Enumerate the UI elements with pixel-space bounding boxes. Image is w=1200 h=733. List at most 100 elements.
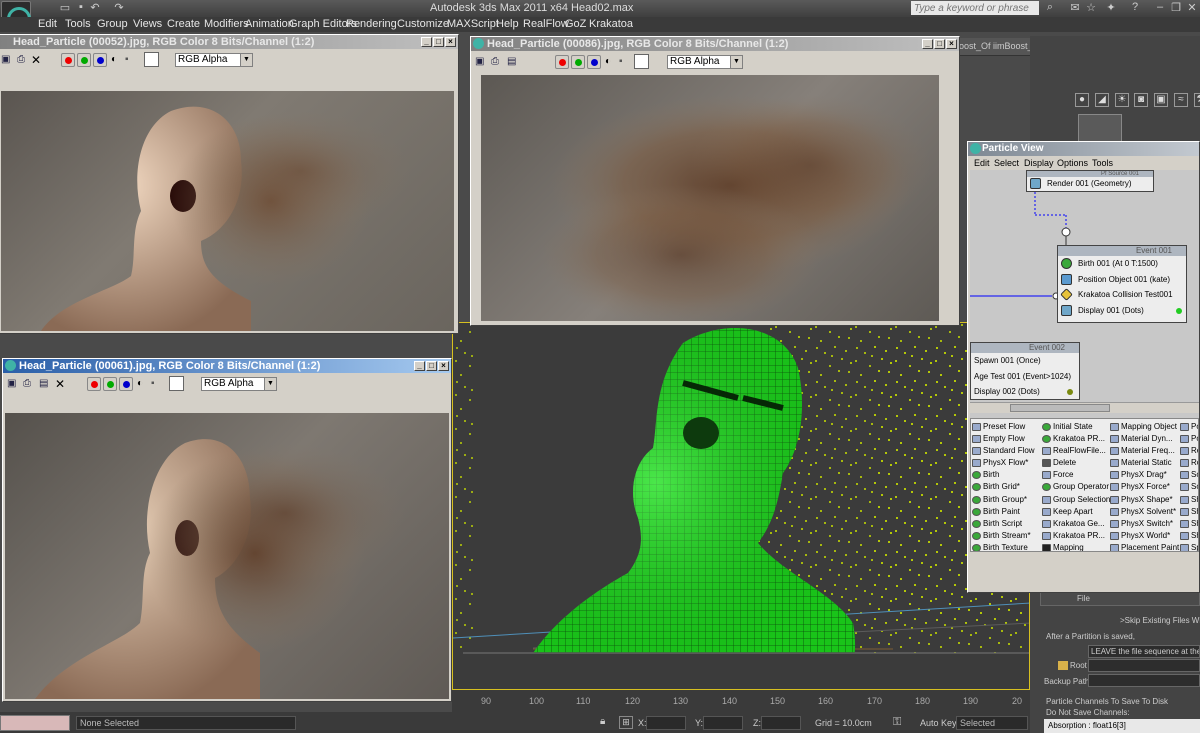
depot-item[interactable]: Re xyxy=(1179,445,1198,457)
timeline-track[interactable]: 90 100 110 120 130 140 150 160 170 180 1… xyxy=(452,690,1030,712)
depot-item[interactable]: Sc xyxy=(1179,469,1198,481)
communication-icon[interactable]: ☆ xyxy=(1084,1,1098,15)
maximize-button[interactable]: □ xyxy=(426,361,437,371)
maximize-button[interactable]: □ xyxy=(433,37,444,47)
absolute-mode-icon[interactable]: ⊞ xyxy=(619,716,633,729)
menu-views[interactable]: Views xyxy=(133,18,162,30)
depot-item[interactable]: Preset Flow xyxy=(971,421,1039,433)
depot-item[interactable]: Scr xyxy=(1179,481,1198,493)
menu-group[interactable]: Group xyxy=(97,18,128,30)
blue-channel-toggle[interactable] xyxy=(119,377,133,391)
pv-menu-tools[interactable]: Tools xyxy=(1092,158,1113,168)
helper-icon[interactable]: ▣ xyxy=(1154,93,1168,107)
lock-icon[interactable]: 🔒︎ xyxy=(600,716,612,729)
depot-item[interactable]: Mapping Object xyxy=(1109,421,1179,433)
depot-item[interactable]: Ro xyxy=(1179,457,1198,469)
print-icon[interactable]: ⎙ xyxy=(17,54,25,65)
blue-channel-toggle[interactable] xyxy=(93,53,107,67)
light-icon[interactable]: ☀ xyxy=(1115,93,1129,107)
menu-customize[interactable]: Customize xyxy=(397,18,449,30)
menu-create[interactable]: Create xyxy=(167,18,200,30)
mono-icon[interactable]: ◐ xyxy=(137,378,143,389)
root-path-field[interactable] xyxy=(1088,659,1200,672)
blue-channel-toggle[interactable] xyxy=(587,55,601,69)
operator-depot[interactable]: Preset Flow Empty Flow Standard Flow Phy… xyxy=(970,418,1199,552)
depot-item[interactable]: Material Static xyxy=(1109,457,1179,469)
auto-key-button[interactable]: Auto Key xyxy=(920,718,957,728)
pv-menu-edit[interactable]: Edit xyxy=(974,158,990,168)
frame-window-1[interactable]: Head_Particle (00052).jpg, RGB Color 8 B… xyxy=(0,34,459,334)
minimize-button[interactable]: _ xyxy=(922,39,933,49)
close-button[interactable]: × xyxy=(946,39,957,49)
depot-item[interactable]: Group Selection xyxy=(1041,494,1110,506)
menu-krakatoa[interactable]: Krakatoa xyxy=(589,18,633,30)
depot-item[interactable]: PhysX Force* xyxy=(1109,481,1179,493)
backup-path-field[interactable] xyxy=(1088,674,1200,687)
depot-item[interactable]: Sh xyxy=(1179,506,1198,518)
copy-icon[interactable]: ▤ xyxy=(507,56,516,67)
clone-icon[interactable]: ▪ xyxy=(125,54,129,65)
menu-tools[interactable]: Tools xyxy=(65,18,91,30)
close-button[interactable]: × xyxy=(438,361,449,371)
channel-list-item[interactable]: Absorption : float16[3] xyxy=(1044,719,1200,733)
selection-set-field[interactable]: Selected xyxy=(956,716,1028,730)
depot-item[interactable]: Krakatoa Ge... xyxy=(1041,518,1109,530)
clear-icon[interactable]: ✕ xyxy=(31,53,41,67)
shape-icon[interactable]: ◢ xyxy=(1095,93,1109,107)
menu-rendering[interactable]: Rendering xyxy=(346,18,397,30)
background-color-swatch[interactable] xyxy=(634,54,649,69)
green-channel-toggle[interactable] xyxy=(571,55,585,69)
menu-maxscript[interactable]: MAXScript xyxy=(447,18,499,30)
favorites-icon[interactable]: ✦ xyxy=(1104,1,1118,15)
red-channel-toggle[interactable] xyxy=(87,377,101,391)
pv-menu-options[interactable]: Options xyxy=(1057,158,1088,168)
binoculars-icon[interactable]: ⌕ xyxy=(1043,1,1057,15)
depot-item[interactable]: Sh xyxy=(1179,530,1198,542)
pv-menu-display[interactable]: Display xyxy=(1024,158,1054,168)
y-coordinate-field[interactable] xyxy=(703,716,743,730)
depot-item[interactable]: RealFlowFile... xyxy=(1041,445,1109,457)
red-channel-toggle[interactable] xyxy=(61,53,75,67)
maximize-button[interactable]: □ xyxy=(934,39,945,49)
depot-item[interactable]: Material Freq... xyxy=(1109,445,1179,457)
save-image-icon[interactable]: ▣ xyxy=(475,56,484,67)
menu-realflow[interactable]: RealFlow xyxy=(523,18,569,30)
save-icon[interactable]: ▪ xyxy=(74,1,88,15)
depot-item[interactable]: Sh xyxy=(1179,494,1198,506)
depot-item[interactable]: Keep Apart xyxy=(1041,506,1109,518)
copy-icon[interactable]: ▤ xyxy=(39,378,48,389)
clone-icon[interactable]: ▪ xyxy=(619,56,623,67)
depot-item[interactable]: Material Dyn... xyxy=(1109,433,1179,445)
background-color-swatch[interactable] xyxy=(144,52,159,67)
save-image-icon[interactable]: ▣ xyxy=(1,54,10,65)
depot-item[interactable]: Pos xyxy=(1179,421,1198,433)
depot-item[interactable]: Mapping xyxy=(1041,542,1109,551)
depot-item[interactable]: PhysX Drag* xyxy=(1109,469,1179,481)
redo-icon[interactable]: ↷ xyxy=(112,1,126,15)
particle-flow-graph[interactable]: Pf Source 001 Render 001 (Geometry) Even… xyxy=(970,170,1199,428)
depot-item[interactable]: Sh xyxy=(1179,518,1198,530)
depot-item[interactable]: Birth Group* xyxy=(971,494,1039,506)
spacewarp-icon[interactable]: ≈ xyxy=(1174,93,1188,107)
sphere-icon[interactable]: ● xyxy=(1075,93,1089,107)
minimize-icon[interactable]: – xyxy=(1153,1,1167,15)
depot-item[interactable]: PhysX Flow* xyxy=(971,457,1039,469)
depot-item[interactable]: Birth Texture xyxy=(971,542,1039,551)
menu-goz[interactable]: GoZ xyxy=(565,18,586,30)
close-button[interactable]: × xyxy=(445,37,456,47)
clone-icon[interactable]: ▪ xyxy=(151,378,155,389)
mono-icon[interactable]: ◐ xyxy=(111,54,117,65)
red-channel-toggle[interactable] xyxy=(555,55,569,69)
menu-edit[interactable]: Edit xyxy=(38,18,57,30)
depot-item[interactable]: Birth Paint xyxy=(971,506,1039,518)
depot-item[interactable]: Initial State xyxy=(1041,421,1109,433)
depot-item[interactable]: PhysX Solvent* xyxy=(1109,506,1179,518)
minimize-button[interactable]: _ xyxy=(421,37,432,47)
minimize-button[interactable]: _ xyxy=(414,361,425,371)
depot-item[interactable]: Krakatoa PR... xyxy=(1041,433,1109,445)
depot-item[interactable]: Birth Stream* xyxy=(971,530,1039,542)
hammer-icon[interactable]: ⚒ xyxy=(1194,93,1200,107)
depot-item[interactable]: Empty Flow xyxy=(971,433,1039,445)
depot-item[interactable]: Group Operator xyxy=(1041,481,1109,493)
depot-item[interactable]: PhysX World* xyxy=(1109,530,1179,542)
